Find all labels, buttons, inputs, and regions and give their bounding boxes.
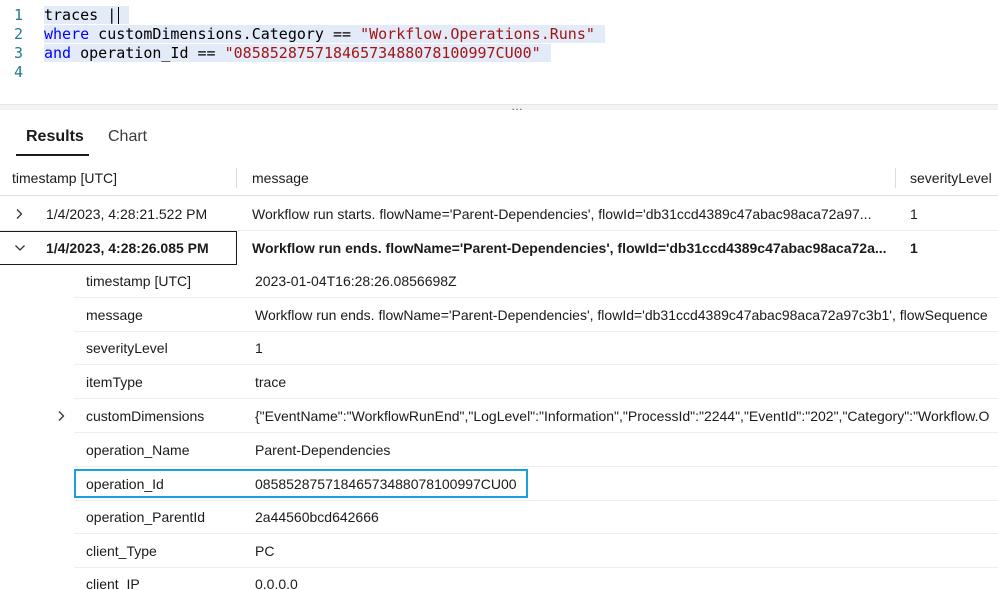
line-number: 1 [14, 5, 24, 24]
detail-value: 1 [255, 340, 263, 356]
chevron-right-icon[interactable] [56, 399, 66, 433]
detail-value: trace [255, 374, 287, 390]
code-text: traces | [44, 5, 117, 24]
code-text: customDimensions.Category [89, 24, 333, 43]
column-header-message[interactable]: message [252, 160, 309, 196]
detail-value: 2a44560bcd642666 [255, 509, 379, 525]
table-row[interactable]: 1/4/2023, 4:28:21.522 PM Workflow run st… [0, 197, 998, 231]
selected-cell-outline [0, 231, 237, 265]
code-line-4[interactable]: 4 [0, 62, 44, 81]
line-number: 2 [14, 24, 24, 43]
pane-splitter[interactable] [0, 104, 998, 110]
grid-header: timestamp [UTC] message severityLevel [0, 160, 998, 196]
code-line-1[interactable]: 1 traces | [0, 5, 130, 24]
detail-key: timestamp [UTC] [86, 273, 192, 289]
detail-key: client_Type [86, 543, 157, 559]
column-resize-handle[interactable] [236, 168, 237, 188]
detail-key: message [86, 307, 143, 323]
code-line-3[interactable]: 3 and operation_Id == "085852875718465734… [0, 43, 551, 62]
active-tab-indicator [16, 154, 89, 156]
line-number: 3 [14, 43, 24, 62]
cell-message: Workflow run starts. flowName='Parent-De… [252, 206, 872, 222]
detail-key: customDimensions [86, 408, 205, 424]
detail-key: operation_Name [86, 442, 190, 458]
splitter-grip-icon[interactable]: … [511, 99, 524, 113]
detail-row[interactable]: client_IP 0.0.0.0 [0, 567, 998, 590]
string-literal: "08585287571846573488078100997CU00" [215, 43, 541, 62]
detail-value: {"EventName":"WorkflowRunEnd","LogLevel"… [255, 408, 990, 424]
detail-value: 0.0.0.0 [255, 576, 298, 590]
detail-row[interactable]: message Workflow run ends. flowName='Par… [0, 298, 998, 332]
detail-row[interactable]: client_Type PC [0, 534, 998, 568]
string-literal: "Workflow.Operations.Runs" [351, 24, 595, 43]
detail-value: Parent-Dependencies [255, 442, 391, 458]
cell-severity: 1 [910, 240, 918, 256]
operator: == [197, 43, 216, 62]
detail-key: itemType [86, 374, 143, 390]
cell-message: Workflow run ends. flowName='Parent-Depe… [252, 240, 887, 256]
column-header-severity[interactable]: severityLevel [910, 160, 992, 196]
text-cursor [118, 6, 120, 24]
detail-key: operation_ParentId [86, 509, 206, 525]
detail-row[interactable]: severityLevel 1 [0, 331, 998, 365]
tab-chart[interactable]: Chart [108, 128, 147, 154]
detail-value: 2023-01-04T16:28:26.0856698Z [255, 273, 457, 289]
detail-row[interactable]: itemType trace [0, 365, 998, 399]
cell-timestamp: 1/4/2023, 4:28:21.522 PM [46, 206, 208, 222]
keyword: and [44, 43, 72, 62]
query-editor[interactable]: 1 traces | 2 where customDimensions.Catego… [0, 0, 998, 104]
detail-row[interactable]: operation_Name Parent-Dependencies [0, 433, 998, 467]
detail-key: severityLevel [86, 340, 168, 356]
line-number: 4 [14, 62, 24, 81]
keyword: where [44, 24, 90, 43]
code-text: operation_Id [71, 43, 198, 62]
chevron-right-icon[interactable] [14, 197, 24, 231]
detail-row[interactable]: customDimensions {"EventName":"WorkflowR… [0, 399, 998, 433]
detail-row[interactable]: operation_ParentId 2a44560bcd642666 [0, 500, 998, 534]
detail-row[interactable]: timestamp [UTC] 2023-01-04T16:28:26.0856… [0, 264, 998, 298]
column-resize-handle[interactable] [895, 168, 896, 188]
tab-results[interactable]: Results [26, 128, 84, 154]
column-header-timestamp[interactable]: timestamp [UTC] [12, 160, 117, 196]
code-line-2[interactable]: 2 where customDimensions.Category == "Wor… [0, 24, 605, 43]
detail-key: client_IP [86, 576, 140, 590]
operation-id-highlight [74, 469, 528, 498]
cell-severity: 1 [910, 206, 918, 222]
operator: == [333, 24, 352, 43]
detail-value: PC [255, 543, 275, 559]
detail-value: Workflow run ends. flowName='Parent-Depe… [255, 307, 988, 323]
